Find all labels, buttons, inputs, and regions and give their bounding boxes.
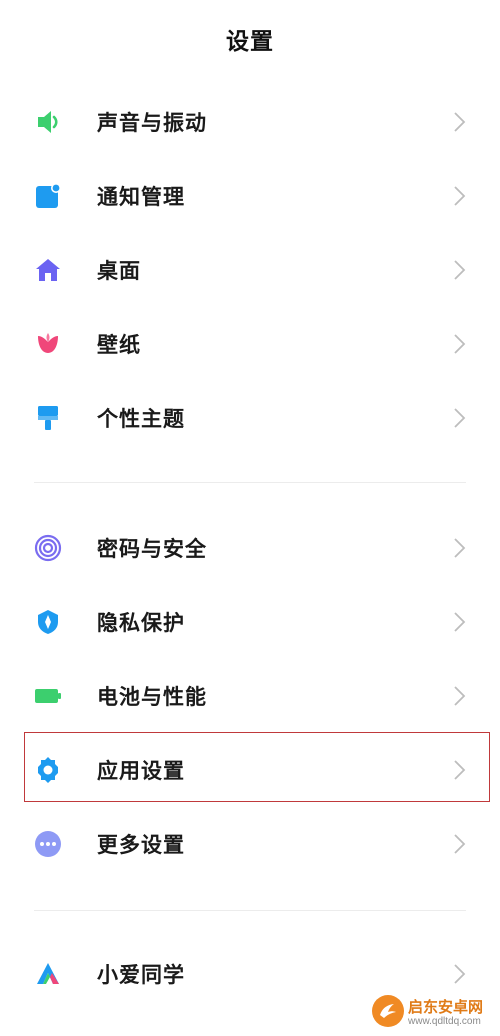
chevron-right-icon	[452, 407, 466, 429]
settings-item-themes[interactable]: 个性主题	[0, 388, 500, 448]
home-icon	[34, 256, 62, 284]
settings-item-label: 电池与性能	[97, 685, 207, 709]
settings-item-battery-performance[interactable]: 电池与性能	[0, 666, 500, 726]
battery-icon	[34, 682, 62, 710]
privacy-shield-icon	[34, 608, 62, 636]
page-title: 设置	[226, 29, 274, 55]
watermark-url: www.qdltdq.com	[408, 1016, 481, 1027]
settings-item-label: 更多设置	[97, 833, 185, 857]
chevron-right-icon	[452, 833, 466, 855]
fingerprint-icon	[34, 534, 62, 562]
settings-item-label: 通知管理	[97, 185, 185, 209]
settings-item-privacy[interactable]: 隐私保护	[0, 592, 500, 652]
settings-item-wallpaper[interactable]: 壁纸	[0, 314, 500, 374]
settings-item-password-security[interactable]: 密码与安全	[0, 518, 500, 578]
settings-item-label: 壁纸	[97, 333, 141, 357]
watermark-name: 启东安卓网	[408, 998, 484, 1016]
chevron-right-icon	[452, 963, 466, 985]
chevron-right-icon	[452, 611, 466, 633]
tulip-icon	[34, 330, 62, 358]
settings-item-app-settings[interactable]: 应用设置	[0, 740, 500, 800]
speaker-icon	[34, 108, 62, 136]
settings-item-more-settings[interactable]: 更多设置	[0, 814, 500, 874]
settings-item-label: 密码与安全	[97, 537, 207, 561]
chevron-right-icon	[452, 537, 466, 559]
chevron-right-icon	[452, 685, 466, 707]
xiaoai-icon	[34, 960, 62, 988]
chevron-right-icon	[452, 333, 466, 355]
settings-item-xiaoai[interactable]: 小爱同学	[0, 944, 500, 1004]
paint-brush-icon	[34, 404, 62, 432]
group-divider	[34, 482, 466, 483]
settings-item-label: 声音与振动	[97, 111, 207, 135]
settings-item-notifications[interactable]: 通知管理	[0, 166, 500, 226]
settings-item-desktop[interactable]: 桌面	[0, 240, 500, 300]
group-divider	[34, 910, 466, 911]
settings-item-label: 应用设置	[97, 759, 185, 783]
settings-item-label: 桌面	[97, 259, 141, 283]
chevron-right-icon	[452, 111, 466, 133]
more-dots-icon	[34, 830, 62, 858]
notification-icon	[34, 182, 62, 210]
settings-item-label: 隐私保护	[97, 611, 185, 635]
settings-item-sound-vibration[interactable]: 声音与振动	[0, 92, 500, 152]
chevron-right-icon	[452, 259, 466, 281]
watermark-logo-icon	[372, 995, 404, 1027]
settings-item-label: 小爱同学	[97, 963, 185, 987]
settings-item-label: 个性主题	[97, 407, 185, 431]
chevron-right-icon	[452, 759, 466, 781]
chevron-right-icon	[452, 185, 466, 207]
gear-icon	[34, 756, 62, 784]
